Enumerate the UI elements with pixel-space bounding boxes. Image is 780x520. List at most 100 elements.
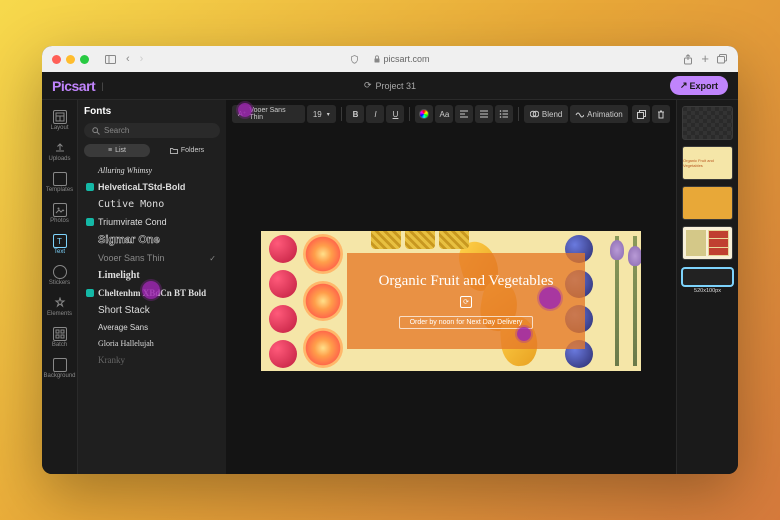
rail-layout[interactable]: Layout [44, 106, 76, 135]
back-button[interactable]: ‹ [126, 53, 130, 65]
font-name: Limelight [98, 270, 140, 281]
rail-photos[interactable]: Photos [44, 199, 76, 228]
search-placeholder: Search [104, 126, 129, 135]
subline-text[interactable]: Order by noon for Next Day Delivery [399, 316, 534, 329]
spacing-button[interactable] [475, 105, 493, 123]
app-logo[interactable]: Picsart [52, 78, 95, 94]
photos-icon [53, 203, 67, 217]
rail-uploads[interactable]: Uploads [44, 137, 76, 166]
fruit-pineapple [439, 231, 469, 249]
text-case-button[interactable]: Aa [435, 105, 453, 123]
rail-background[interactable]: Background [44, 354, 76, 383]
new-badge [86, 183, 94, 191]
font-item[interactable]: Short Stack [84, 302, 220, 319]
lock-icon [373, 55, 380, 63]
font-family-label: Vooer Sans Thin [249, 107, 299, 121]
font-name: Cheltenhm XBdCn BT Bold [98, 288, 206, 298]
share-icon[interactable] [683, 54, 693, 65]
delete-button[interactable] [652, 105, 670, 123]
rail-label: Templates [46, 187, 73, 193]
font-item[interactable]: Kranky [84, 352, 220, 368]
font-size-value: 19 [313, 110, 322, 119]
export-label: Export [689, 81, 718, 91]
blend-label: Blend [542, 110, 562, 119]
artboard[interactable]: Organic Fruit and Vegetables ⟳ Order by … [261, 231, 641, 371]
font-item[interactable]: Cutive Mono [84, 196, 220, 213]
rotate-handle[interactable]: ⟳ [460, 296, 472, 308]
duplicate-button[interactable] [632, 105, 650, 123]
font-item[interactable]: Alluring Whimsy [84, 163, 220, 178]
page-thumb-2[interactable]: Organic Fruit and Vegetables [682, 146, 733, 180]
list-button[interactable] [495, 105, 513, 123]
maximize-window-button[interactable] [80, 55, 89, 64]
page-thumb-3[interactable] [682, 186, 733, 220]
font-item[interactable]: Limelight [84, 267, 220, 284]
fonts-view-tabs: ≡List Folders [84, 144, 220, 157]
align-button[interactable] [455, 105, 473, 123]
page-thumb-1[interactable] [682, 106, 733, 140]
font-item[interactable]: Cheltenhm XBdCn BT Bold [84, 285, 220, 301]
font-item[interactable]: Average Sans [84, 320, 220, 335]
font-name: Average Sans [98, 323, 148, 332]
animation-button[interactable]: Animation [570, 105, 628, 123]
font-size-select[interactable]: 19▾ [307, 105, 335, 123]
italic-button[interactable]: I [366, 105, 384, 123]
new-badge [86, 289, 94, 297]
animation-label: Animation [587, 110, 623, 119]
fruit-raspberry [269, 340, 297, 368]
bold-button[interactable]: B [346, 105, 364, 123]
rail-label: Photos [50, 218, 69, 224]
new-tab-icon[interactable]: + [701, 54, 709, 65]
divider [341, 107, 342, 121]
font-name: Kranky [98, 355, 125, 365]
font-search-input[interactable]: Search [84, 123, 220, 138]
tabs-icon[interactable] [717, 54, 728, 65]
rail-label: Text [54, 249, 65, 255]
export-button[interactable]: ↗ Export [670, 76, 728, 95]
blend-button[interactable]: Blend [524, 105, 567, 123]
color-button[interactable] [415, 105, 433, 123]
project-title[interactable]: ⟳ Project 31 [364, 80, 416, 91]
fonts-panel-title: Fonts [84, 106, 220, 117]
minimize-window-button[interactable] [66, 55, 75, 64]
underline-button[interactable]: U [386, 105, 404, 123]
canvas-stage[interactable]: Organic Fruit and Vegetables ⟳ Order by … [226, 128, 676, 474]
font-name: Vooer Sans Thin [98, 253, 164, 263]
layout-icon [53, 110, 67, 124]
font-item[interactable]: Sigmar One [84, 231, 220, 249]
text-overlay[interactable]: Organic Fruit and Vegetables ⟳ Order by … [347, 253, 585, 349]
font-list[interactable]: Alluring Whimsy HelveticaLTStd-BoldCutive… [84, 163, 220, 468]
page-thumb-selected[interactable] [682, 268, 733, 286]
pages-panel: Organic Fruit and Vegetables 520x100px [676, 100, 738, 474]
page-thumb-4[interactable] [682, 226, 733, 260]
address-bar[interactable]: picsart.com [350, 54, 429, 64]
tab-folders[interactable]: Folders [154, 144, 220, 157]
font-item[interactable]: Vooer Sans Thin✓ [84, 250, 220, 266]
font-item[interactable]: Gloria Hallelujah [84, 336, 220, 351]
list-icon [499, 110, 509, 118]
rail-stickers[interactable]: Stickers [44, 261, 76, 290]
text-toolbar: A⁺ Vooer Sans Thin 19▾ B I U Aa Blend [226, 100, 676, 128]
font-item[interactable]: Triumvirate Cond [84, 214, 220, 230]
font-family-select[interactable]: A⁺ Vooer Sans Thin [232, 105, 305, 123]
font-name: Alluring Whimsy [98, 166, 152, 175]
canvas-area: A⁺ Vooer Sans Thin 19▾ B I U Aa Blend [226, 100, 676, 474]
rail-text[interactable]: TText [44, 230, 76, 259]
font-item[interactable]: HelveticaLTStd-Bold [84, 179, 220, 195]
rail-templates[interactable]: Templates [44, 168, 76, 197]
sprig-lavender [633, 236, 637, 366]
logo-divider: | [101, 81, 103, 91]
fruit-pineapple [371, 231, 401, 249]
window-controls [52, 55, 89, 64]
close-window-button[interactable] [52, 55, 61, 64]
rail-batch[interactable]: Batch [44, 323, 76, 352]
tab-list[interactable]: ≡List [84, 144, 150, 157]
export-icon: ↗ [680, 80, 688, 91]
list-icon: ≡ [108, 147, 112, 154]
forward-button[interactable]: › [140, 53, 144, 65]
sidebar-toggle-icon[interactable] [105, 55, 116, 64]
thumb-dimensions: 520x100px [682, 288, 733, 294]
fruit-grapefruit [303, 234, 343, 274]
rail-elements[interactable]: Elements [44, 292, 76, 321]
headline-text[interactable]: Organic Fruit and Vegetables [379, 273, 554, 290]
